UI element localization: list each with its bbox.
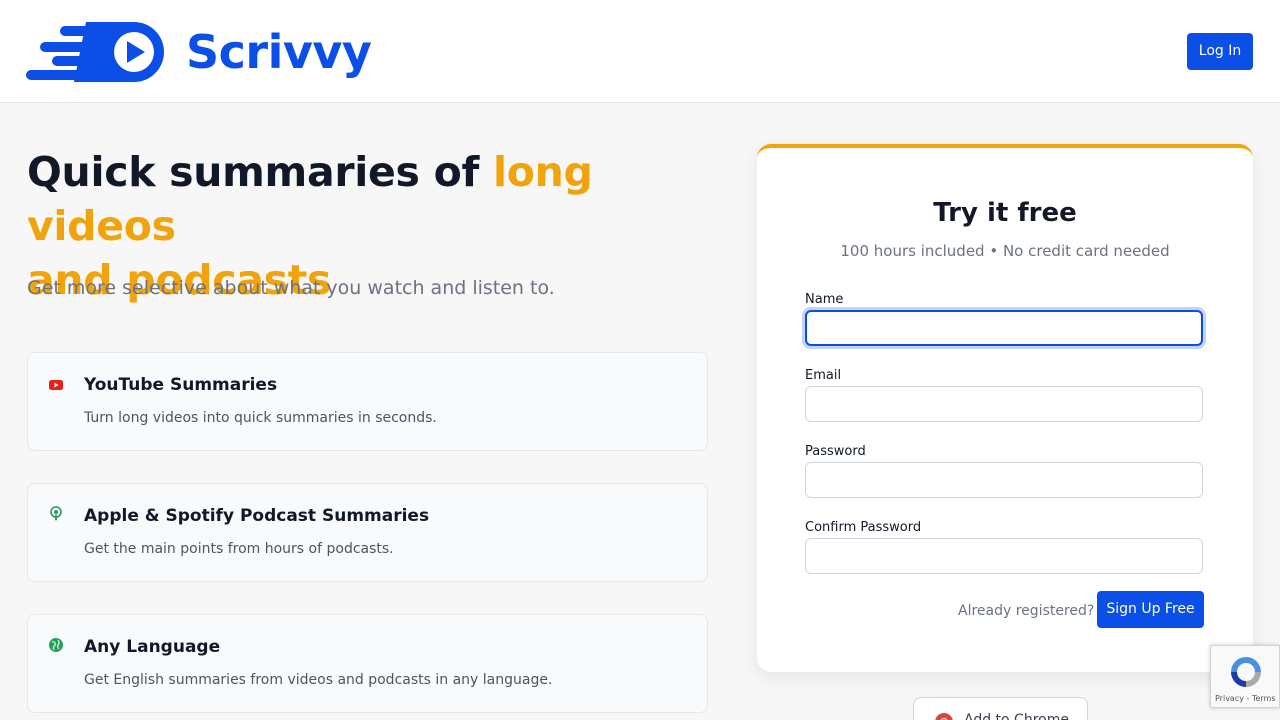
sign-up-button[interactable]: Sign Up Free <box>1097 591 1204 628</box>
feature-card-language: Any Language Get English summaries from … <box>27 614 708 713</box>
podcast-icon <box>50 506 62 521</box>
name-field[interactable] <box>805 310 1203 346</box>
feature-desc: Get English summaries from videos and po… <box>84 672 553 688</box>
youtube-icon <box>49 380 63 390</box>
email-label: Email <box>805 368 842 383</box>
feature-card-podcast: Apple & Spotify Podcast Summaries Get th… <box>27 483 708 582</box>
already-registered-link[interactable]: Already registered? <box>958 603 1094 619</box>
site-header: Scrivvy Log In <box>0 0 1280 103</box>
add-to-chrome-button[interactable]: Add to Chrome <box>913 697 1088 720</box>
confirm-password-label: Confirm Password <box>805 520 922 535</box>
brand-name: Scrivvy <box>186 25 372 79</box>
signup-panel: Try it free 100 hours included • No cred… <box>757 144 1253 672</box>
chrome-icon <box>935 713 953 720</box>
feature-desc: Get the main points from hours of podcas… <box>84 541 394 557</box>
recaptcha-icon <box>1231 657 1261 687</box>
hero-subtitle: Get more selective about what you watch … <box>27 277 555 299</box>
recaptcha-links[interactable]: Privacy - Terms <box>1215 694 1276 703</box>
feature-title: YouTube Summaries <box>84 375 278 395</box>
login-button[interactable]: Log In <box>1187 33 1253 70</box>
brand-logo[interactable]: Scrivvy <box>26 20 372 84</box>
password-label: Password <box>805 444 866 459</box>
globe-icon <box>49 638 63 652</box>
feature-card-youtube: YouTube Summaries Turn long videos into … <box>27 352 708 451</box>
hero-title-plain: Quick summaries of <box>27 148 493 196</box>
signup-subtitle: 100 hours included • No credit card need… <box>840 242 1170 260</box>
email-field[interactable] <box>805 386 1203 422</box>
feature-title: Any Language <box>84 637 221 657</box>
recaptcha-badge[interactable]: Privacy - Terms <box>1210 645 1280 708</box>
play-speed-logo-icon <box>26 22 164 82</box>
add-to-chrome-label: Add to Chrome <box>964 712 1069 720</box>
feature-desc: Turn long videos into quick summaries in… <box>84 410 437 426</box>
signup-title: Try it free <box>933 198 1077 228</box>
confirm-password-field[interactable] <box>805 538 1203 574</box>
name-label: Name <box>805 292 844 307</box>
feature-title: Apple & Spotify Podcast Summaries <box>84 506 430 526</box>
password-field[interactable] <box>805 462 1203 498</box>
